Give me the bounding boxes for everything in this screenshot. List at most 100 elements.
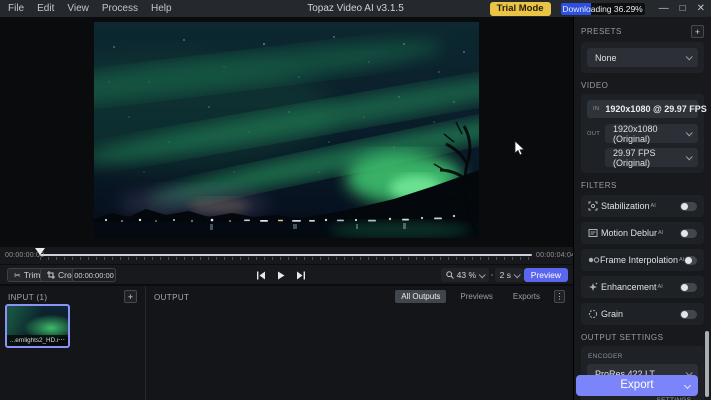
toolbar-separator-2 — [491, 274, 493, 276]
magnifier-icon — [446, 271, 454, 279]
input-file-bar: ...ernlights2_HD.mp4 ⋯ — [7, 335, 68, 346]
titlebar: File Edit View Process Help Topaz Video … — [0, 0, 711, 17]
timeline-end-time: 00:00:04:04 — [536, 252, 575, 259]
zoom-level-value: 43 % — [457, 270, 476, 280]
video-viewer[interactable] — [0, 17, 573, 247]
frame-interpolation-toggle[interactable] — [684, 256, 697, 265]
filter-enhancement[interactable]: EnhancementAI — [581, 276, 704, 298]
chevron-down-icon — [479, 271, 486, 278]
input-thumbnail[interactable]: ...ernlights2_HD.mp4 ⋯ — [5, 304, 70, 348]
out-badge: OUT — [587, 131, 600, 137]
previous-frame-button[interactable] — [256, 271, 266, 280]
video-card: IN 1920x1080 @ 29.97 FPS OUT 1920x1080 (… — [581, 94, 704, 173]
filter-label: Stabilization — [601, 201, 650, 211]
window-controls: — □ ✕ — [659, 0, 705, 17]
menubar: File Edit View Process Help — [0, 3, 172, 14]
encoder-label: ENCODER — [588, 353, 698, 360]
maximize-icon[interactable]: □ — [680, 0, 686, 17]
zoom-level-select[interactable]: 43 % — [441, 268, 489, 282]
filter-label: Grain — [601, 309, 623, 319]
chevron-down-icon — [514, 271, 521, 278]
next-frame-button[interactable] — [296, 271, 306, 280]
motion-deblur-icon — [588, 228, 601, 238]
crop-icon — [47, 271, 55, 279]
minimize-icon[interactable]: — — [659, 0, 669, 17]
presets-header: PRESETS — [581, 27, 622, 36]
presets-card: None — [581, 42, 704, 73]
preset-select[interactable]: None — [587, 48, 698, 67]
input-file-name: ...ernlights2_HD.mp4 — [10, 337, 58, 344]
sidebar-scrollbar[interactable] — [705, 331, 709, 397]
preview-duration-select[interactable]: 2 s — [495, 268, 524, 282]
media-panels: INPUT (1) + ...ernlights2_HD.mp4 ⋯ OUTPU… — [0, 285, 573, 400]
topaz-video-ai-window: File Edit View Process Help Topaz Video … — [0, 0, 711, 400]
input-video-specs: 1920x1080 @ 29.97 FPS — [605, 104, 706, 114]
tab-exports[interactable]: Exports — [507, 290, 546, 303]
output-settings-header: OUTPUT SETTINGS — [581, 333, 663, 342]
output-resolution-select[interactable]: 1920x1080 (Original) — [605, 124, 698, 143]
motion-deblur-toggle[interactable] — [680, 229, 697, 238]
mouse-cursor-icon — [514, 140, 526, 157]
ai-superscript: AI — [658, 230, 663, 236]
download-progress: Downloading 36.29% — [561, 3, 645, 15]
export-label: Export — [620, 379, 653, 391]
filter-label: Motion Deblur — [601, 228, 657, 238]
ai-superscript: AI — [658, 284, 663, 290]
filter-motion-deblur[interactable]: Motion DeblurAI — [581, 222, 704, 244]
trim-icon: ✂ — [14, 271, 21, 280]
add-input-button[interactable]: + — [124, 290, 137, 303]
stabilization-toggle[interactable] — [680, 202, 697, 211]
output-panel: OUTPUT All Outputs Previews Exports ⋮ — [146, 286, 573, 400]
preview-button[interactable]: Preview — [524, 268, 568, 282]
stabilization-icon — [588, 201, 601, 211]
download-progress-label: Downloading 36.29% — [561, 3, 645, 15]
chevron-down-icon — [686, 53, 693, 60]
in-badge: IN — [593, 106, 599, 112]
output-resolution-value: 1920x1080 (Original) — [613, 124, 690, 144]
timeline: 00:00:00:00 00:00:04:04 — [0, 247, 573, 264]
grain-icon — [588, 309, 601, 319]
enhancement-toggle[interactable] — [680, 283, 697, 292]
output-tabs: All Outputs Previews Exports ⋮ — [395, 290, 565, 303]
input-panel: INPUT (1) + ...ernlights2_HD.mp4 ⋯ — [0, 286, 146, 400]
filter-frame-interpolation[interactable]: Frame InterpolationAI — [581, 249, 704, 271]
menu-help[interactable]: Help — [151, 3, 172, 14]
tab-all-outputs[interactable]: All Outputs — [395, 290, 446, 303]
workspace: 00:00:00:00 00:00:04:04 ✂ Trim Crop 00:0… — [0, 17, 573, 400]
preview-duration-value: 2 s — [500, 270, 511, 280]
filters-header: FILTERS — [581, 181, 617, 190]
menu-file[interactable]: File — [8, 3, 24, 14]
menu-view[interactable]: View — [67, 3, 89, 14]
input-file-more-icon[interactable]: ⋯ — [58, 338, 65, 344]
video-in-row: IN 1920x1080 @ 29.97 FPS — [587, 100, 698, 118]
timeline-ticks — [40, 257, 532, 260]
menu-process[interactable]: Process — [102, 3, 138, 14]
video-header: VIDEO — [581, 81, 608, 90]
transport-controls — [256, 268, 306, 282]
video-preview[interactable] — [94, 22, 479, 238]
tab-previews[interactable]: Previews — [454, 290, 498, 303]
filter-label: Enhancement — [601, 282, 657, 292]
close-icon[interactable]: ✕ — [697, 0, 705, 17]
trial-mode-badge[interactable]: Trial Mode — [490, 2, 551, 16]
output-options-button[interactable]: ⋮ — [554, 290, 565, 303]
filter-label: Frame Interpolation — [600, 255, 678, 265]
settings-sidebar: PRESETS + None VIDEO IN 1920x1080 @ 29.9… — [573, 17, 711, 400]
current-time-input[interactable]: 00:00:00:00 — [72, 268, 116, 282]
export-button[interactable]: Export — [576, 375, 698, 396]
menu-edit[interactable]: Edit — [37, 3, 54, 14]
output-framerate-select[interactable]: 29.97 FPS (Original) — [605, 148, 698, 167]
play-button[interactable] — [277, 271, 285, 280]
filter-grain[interactable]: Grain — [581, 303, 704, 325]
timeline-track[interactable] — [40, 254, 532, 256]
ai-superscript: AI — [651, 203, 656, 209]
frame-interpolation-icon — [588, 255, 600, 265]
app-title: Topaz Video AI v3.1.5 — [307, 3, 404, 14]
toolbar: ✂ Trim Crop 00:00:00:00 — [0, 264, 573, 284]
add-preset-button[interactable]: + — [691, 25, 704, 38]
filter-stabilization[interactable]: StabilizationAI — [581, 195, 704, 217]
trim-label: Trim — [24, 270, 41, 280]
grain-toggle[interactable] — [680, 310, 697, 319]
preset-selected-value: None — [595, 53, 617, 63]
chevron-down-icon[interactable] — [684, 382, 691, 389]
